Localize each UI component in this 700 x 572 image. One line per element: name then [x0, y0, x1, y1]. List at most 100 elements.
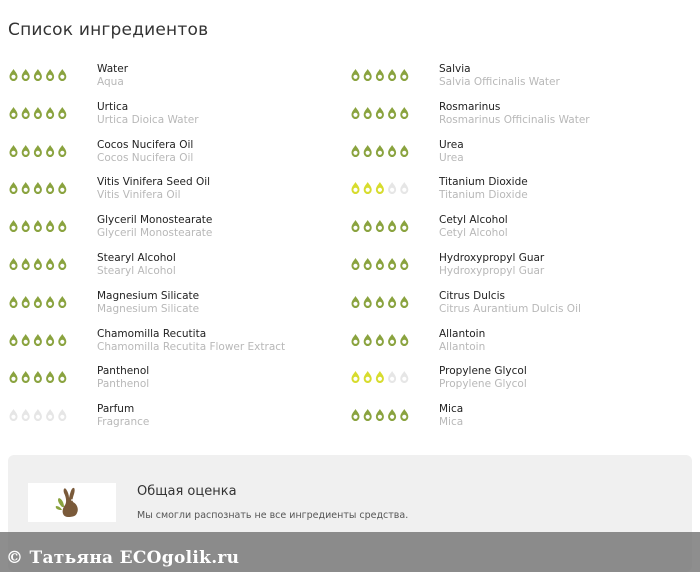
drop-icon [400, 333, 409, 346]
safety-rating-icons [350, 106, 412, 120]
ingredient-name[interactable]: Salvia [439, 63, 471, 76]
drop-icon [21, 144, 30, 157]
ingredient-name[interactable]: Titanium Dioxide [439, 176, 528, 189]
drop-icon [400, 144, 409, 157]
ingredient-name[interactable]: Vitis Vinifera Seed Oil [97, 176, 210, 189]
safety-rating-icons [8, 370, 70, 384]
drop-icon [9, 371, 18, 384]
ingredient-inci-name: Hydroxypropyl Guar [439, 264, 545, 277]
drop-icon [375, 371, 384, 384]
ingredient-row[interactable]: Hydroxypropyl Guar Hydroxypropyl Guar [350, 251, 680, 289]
ingredient-name[interactable]: Parfum [97, 403, 134, 416]
ingredient-row[interactable]: Titanium Dioxide Titanium Dioxide [350, 175, 680, 213]
ingredient-row[interactable]: Mica Mica [350, 402, 680, 440]
ingredient-inci-name: Magnesium Silicate [97, 302, 200, 315]
ingredient-inci-name: Urea [439, 151, 464, 164]
safety-rating-icons [8, 144, 70, 158]
drop-icon [375, 182, 384, 195]
ingredient-name[interactable]: Glyceril Monostearate [97, 214, 212, 227]
drop-icon [9, 182, 18, 195]
ingredient-inci-name: Vitis Vinifera Oil [97, 189, 181, 202]
ingredient-row[interactable]: Vitis Vinifera Seed Oil Vitis Vinifera Oi… [8, 175, 338, 213]
drop-icon [388, 371, 397, 384]
drop-icon [21, 333, 30, 346]
ingredient-row[interactable]: Propylene Glycol Propylene Glycol [350, 364, 680, 402]
ingredient-inci-name: Propylene Glycol [439, 378, 527, 391]
drop-icon [9, 144, 18, 157]
ingredient-row[interactable]: Panthenol Panthenol [8, 364, 338, 402]
ingredient-row[interactable]: Allantoin Allantoin [350, 327, 680, 365]
ingredient-name[interactable]: Chamomilla Recutita [97, 328, 206, 341]
drop-icon [363, 106, 372, 119]
drop-icon [400, 295, 409, 308]
drop-icon [58, 182, 67, 195]
ingredient-inci-name: Rosmarinus Officinalis Water [439, 113, 590, 126]
drop-icon [46, 144, 55, 157]
ingredient-inci-name: Panthenol [97, 378, 150, 391]
drop-icon [9, 295, 18, 308]
ingredient-name[interactable]: Magnesium Silicate [97, 290, 199, 303]
ingredient-row[interactable]: Rosmarinus Rosmarinus Officinalis Water [350, 100, 680, 138]
ingredient-name[interactable]: Rosmarinus [439, 101, 500, 114]
drop-icon [21, 371, 30, 384]
drop-icon [21, 69, 30, 81]
drop-icon [21, 106, 30, 119]
ingredient-row[interactable]: Chamomilla Recutita Chamomilla Recutita F… [8, 327, 338, 365]
safety-rating-icons [8, 181, 70, 195]
drop-icon [46, 220, 55, 233]
safety-rating-icons [350, 370, 412, 384]
ingredient-name[interactable]: Urea [439, 139, 464, 152]
drop-icon [46, 69, 55, 81]
ingredient-row[interactable]: Salvia Salvia Officinalis Water [350, 62, 680, 100]
ingredient-row[interactable]: Magnesium Silicate Magnesium Silicate [8, 289, 338, 327]
ingredient-name[interactable]: Mica [439, 403, 463, 416]
ingredient-name[interactable]: Allantoin [439, 328, 485, 341]
drop-icon [58, 295, 67, 308]
drop-icon [9, 220, 18, 233]
ingredient-row[interactable]: Cetyl Alcohol Cetyl Alcohol [350, 213, 680, 251]
summary-title: Общая оценка [137, 484, 237, 499]
ingredient-inci-name: Allantoin [439, 340, 486, 353]
ingredient-name[interactable]: Cetyl Alcohol [439, 214, 508, 227]
drop-icon [363, 69, 372, 81]
drop-icon [46, 257, 55, 270]
ingredient-row[interactable]: Stearyl Alcohol Stearyl Alcohol [8, 251, 338, 289]
drop-icon [388, 409, 397, 422]
ingredient-name[interactable]: Water [97, 63, 128, 76]
page-title: Список ингредиентов [8, 20, 209, 40]
ingredient-row[interactable]: Cocos Nucifera Oil Cocos Nucifera Oil [8, 138, 338, 176]
safety-rating-icons [350, 333, 412, 347]
ingredient-name[interactable]: Cocos Nucifera Oil [97, 139, 193, 152]
drop-icon [58, 257, 67, 270]
ingredient-inci-name: Salvia Officinalis Water [439, 76, 560, 88]
ingredient-name[interactable]: Hydroxypropyl Guar [439, 252, 544, 265]
ingredient-name[interactable]: Stearyl Alcohol [97, 252, 176, 265]
drop-icon [46, 371, 55, 384]
ingredient-row[interactable]: Glyceril Monostearate Glyceril Monosteara… [8, 213, 338, 251]
ingredient-name[interactable]: Urtica [97, 101, 128, 114]
drop-icon [388, 257, 397, 270]
safety-rating-icons [8, 295, 70, 309]
safety-rating-icons [350, 219, 412, 233]
drop-icon [375, 106, 384, 119]
ingredient-row[interactable]: Citrus Dulcis Citrus Aurantium Dulcis Oil [350, 289, 680, 327]
drop-icon [9, 409, 18, 422]
ingredient-row[interactable]: Water Aqua [8, 62, 338, 100]
drop-icon [33, 69, 42, 81]
ingredient-name[interactable]: Panthenol [97, 365, 149, 378]
drop-icon [58, 220, 67, 233]
drop-icon [400, 409, 409, 422]
drop-icon [351, 333, 360, 346]
drop-icon [351, 295, 360, 308]
drop-icon [21, 182, 30, 195]
drop-icon [375, 333, 384, 346]
drop-icon [9, 257, 18, 270]
drop-icon [21, 257, 30, 270]
drop-icon [400, 182, 409, 195]
ingredient-row[interactable]: Urea Urea [350, 138, 680, 176]
safety-rating-icons [8, 408, 70, 422]
ingredient-name[interactable]: Citrus Dulcis [439, 290, 505, 303]
ingredient-row[interactable]: Urtica Urtica Dioica Water [8, 100, 338, 138]
ingredient-name[interactable]: Propylene Glycol [439, 365, 527, 378]
ingredient-row[interactable]: Parfum Fragrance [8, 402, 338, 440]
